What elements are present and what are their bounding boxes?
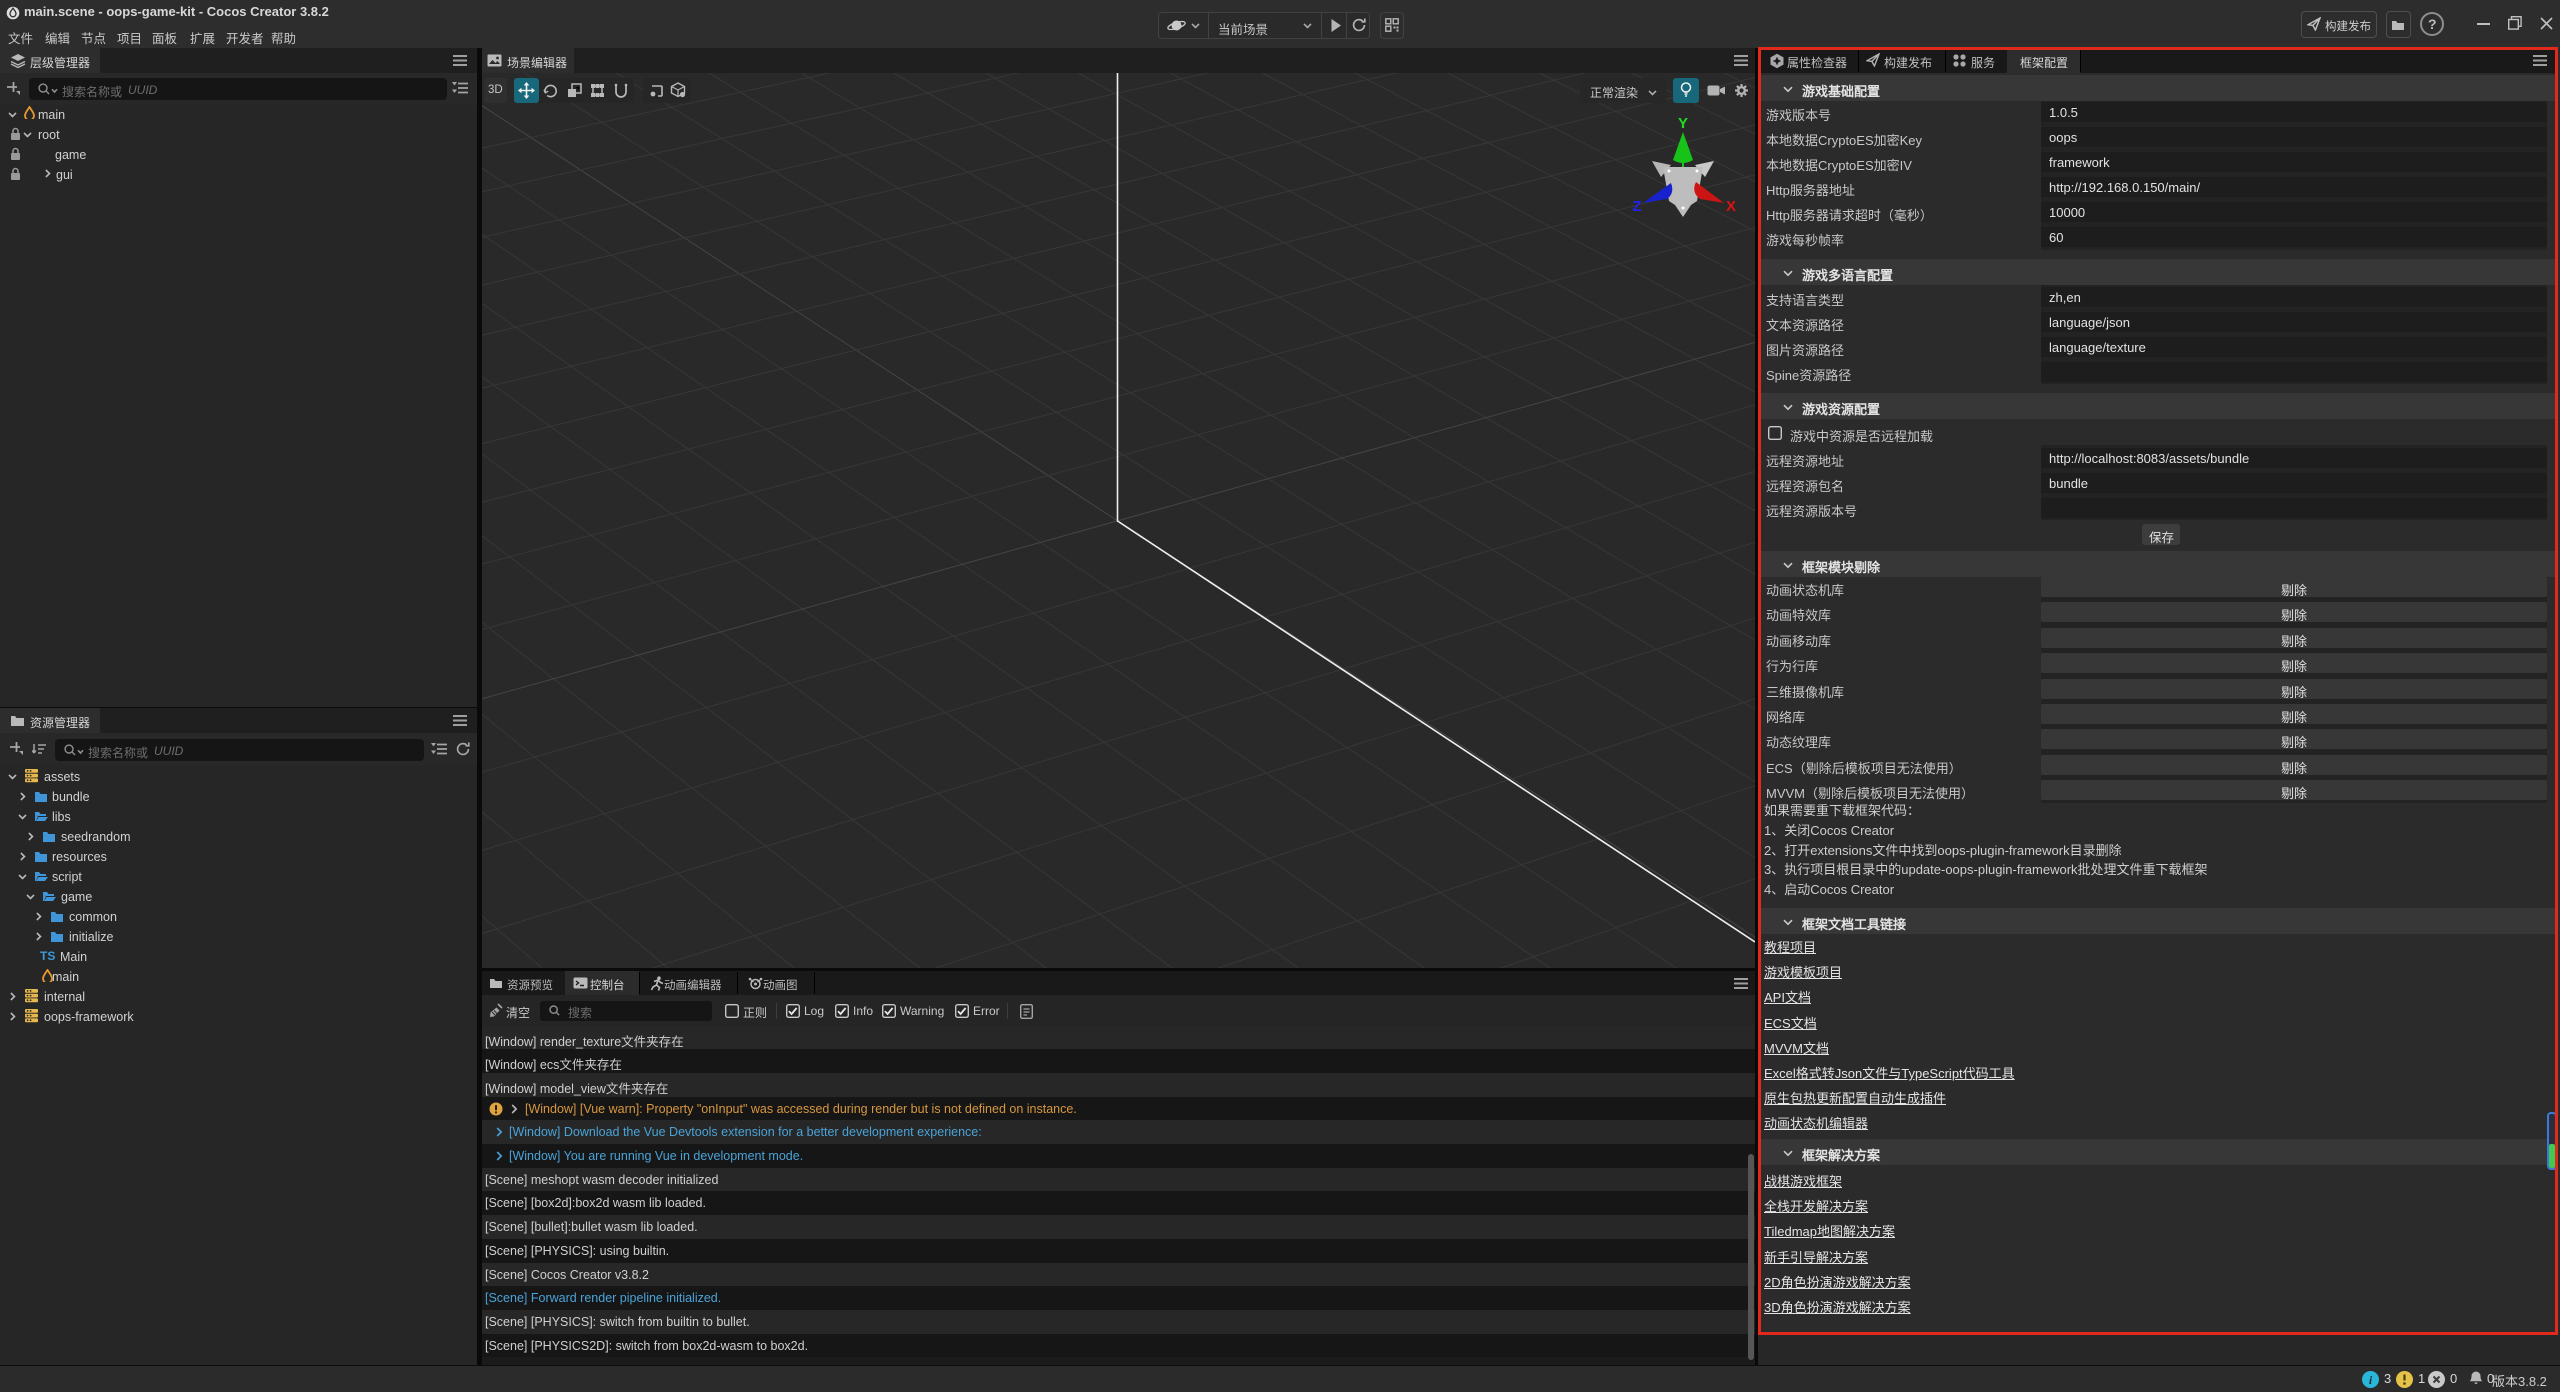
svg-text:X: X	[1726, 198, 1736, 215]
svg-text:Y: Y	[1678, 115, 1688, 132]
svg-text:Z: Z	[1632, 198, 1641, 215]
